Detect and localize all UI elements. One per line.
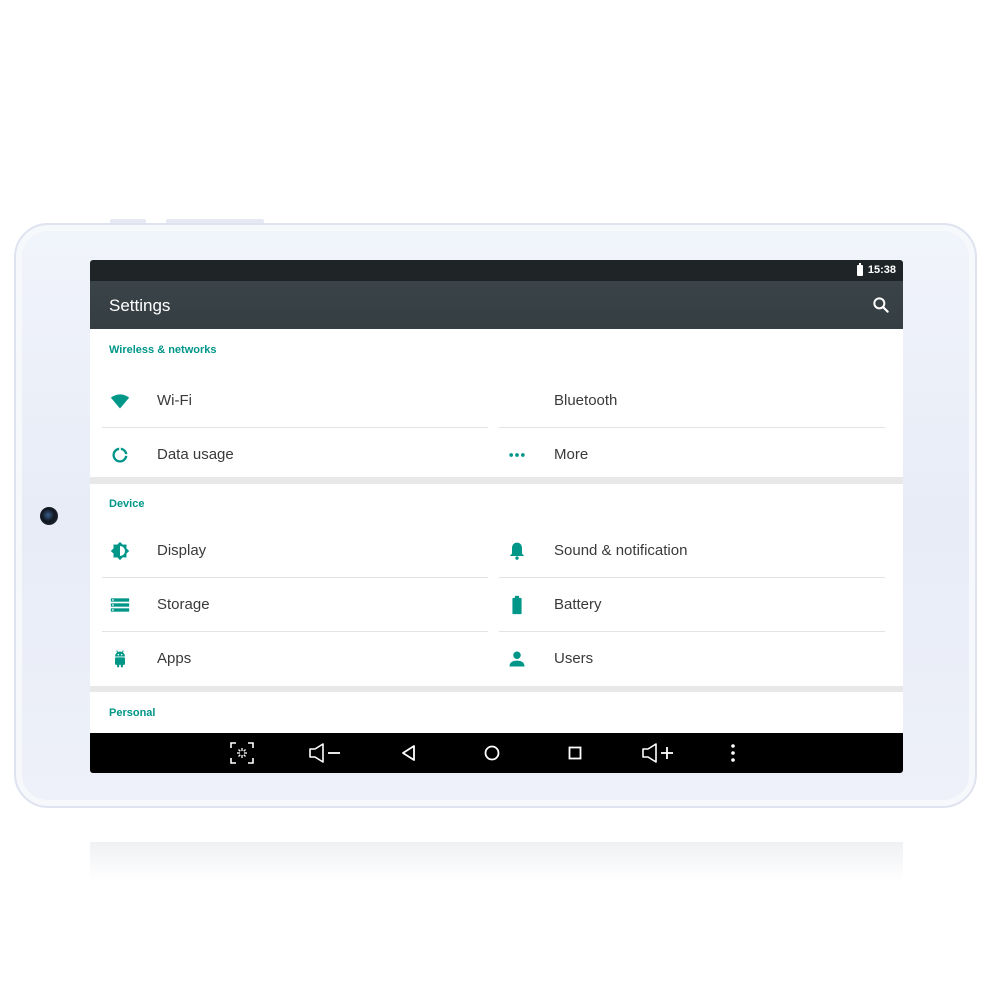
settings-item-data-usage[interactable]: Data usage: [102, 428, 488, 482]
settings-item-bluetooth[interactable]: Bluetooth: [499, 374, 885, 428]
status-bar: 15:38: [90, 260, 903, 281]
settings-item-label: Battery: [554, 596, 602, 613]
settings-item-label: More: [554, 446, 589, 463]
back-icon[interactable]: [396, 741, 422, 765]
navigation-bar: [90, 733, 903, 773]
settings-item-wifi[interactable]: Wi-Fi: [102, 374, 488, 428]
section-title-wireless: Wireless & networks: [109, 344, 217, 356]
screen: 15:38 Settings Wireless & networks Wi-Fi…: [90, 260, 903, 773]
section-title-device: Device: [109, 498, 145, 510]
wifi-icon: [110, 394, 130, 409]
settings-item-apps[interactable]: Apps: [102, 632, 488, 686]
settings-item-display[interactable]: Display: [102, 524, 488, 578]
settings-item-users[interactable]: Users: [499, 632, 885, 686]
section-title-personal: Personal: [109, 707, 156, 719]
device-reflection: [90, 842, 903, 882]
android-icon: [115, 650, 125, 668]
volume-down-icon[interactable]: [308, 741, 342, 765]
front-camera: [40, 507, 58, 525]
page-title: Settings: [109, 296, 171, 315]
brightness-icon: [110, 541, 130, 561]
section-personal: Personal: [90, 692, 903, 737]
bell-icon: [509, 542, 525, 560]
section-wireless: Wireless & networks Wi-Fi Bluetooth Data…: [90, 329, 903, 477]
settings-item-label: Bluetooth: [554, 392, 618, 409]
app-bar: Settings: [90, 281, 903, 329]
battery-icon: [512, 595, 522, 615]
screenshot-icon[interactable]: [229, 741, 255, 765]
recents-icon[interactable]: [562, 741, 588, 765]
more-icon: [509, 453, 525, 457]
battery-status-icon: [857, 263, 863, 276]
settings-item-label: Sound & notification: [554, 542, 688, 559]
search-icon[interactable]: [871, 295, 891, 315]
settings-item-sound[interactable]: Sound & notification: [499, 524, 885, 578]
status-clock: 15:38: [867, 264, 896, 276]
home-icon[interactable]: [479, 741, 505, 765]
overflow-menu-icon[interactable]: [720, 741, 746, 765]
settings-item-label: Display: [157, 542, 207, 559]
settings-item-label: Storage: [157, 596, 210, 613]
settings-item-label: Users: [554, 650, 594, 667]
section-device: Device Display Sound & notification Stor…: [90, 484, 903, 686]
data-usage-icon: [112, 447, 128, 463]
storage-icon: [110, 598, 130, 612]
user-icon: [509, 651, 525, 667]
settings-item-label: Wi-Fi: [157, 392, 192, 409]
settings-item-label: Data usage: [157, 446, 234, 463]
settings-item-storage[interactable]: Storage: [102, 578, 488, 632]
settings-item-more[interactable]: More: [499, 428, 885, 482]
volume-up-icon[interactable]: [641, 741, 675, 765]
settings-item-battery[interactable]: Battery: [499, 578, 885, 632]
settings-item-label: Apps: [157, 650, 192, 667]
